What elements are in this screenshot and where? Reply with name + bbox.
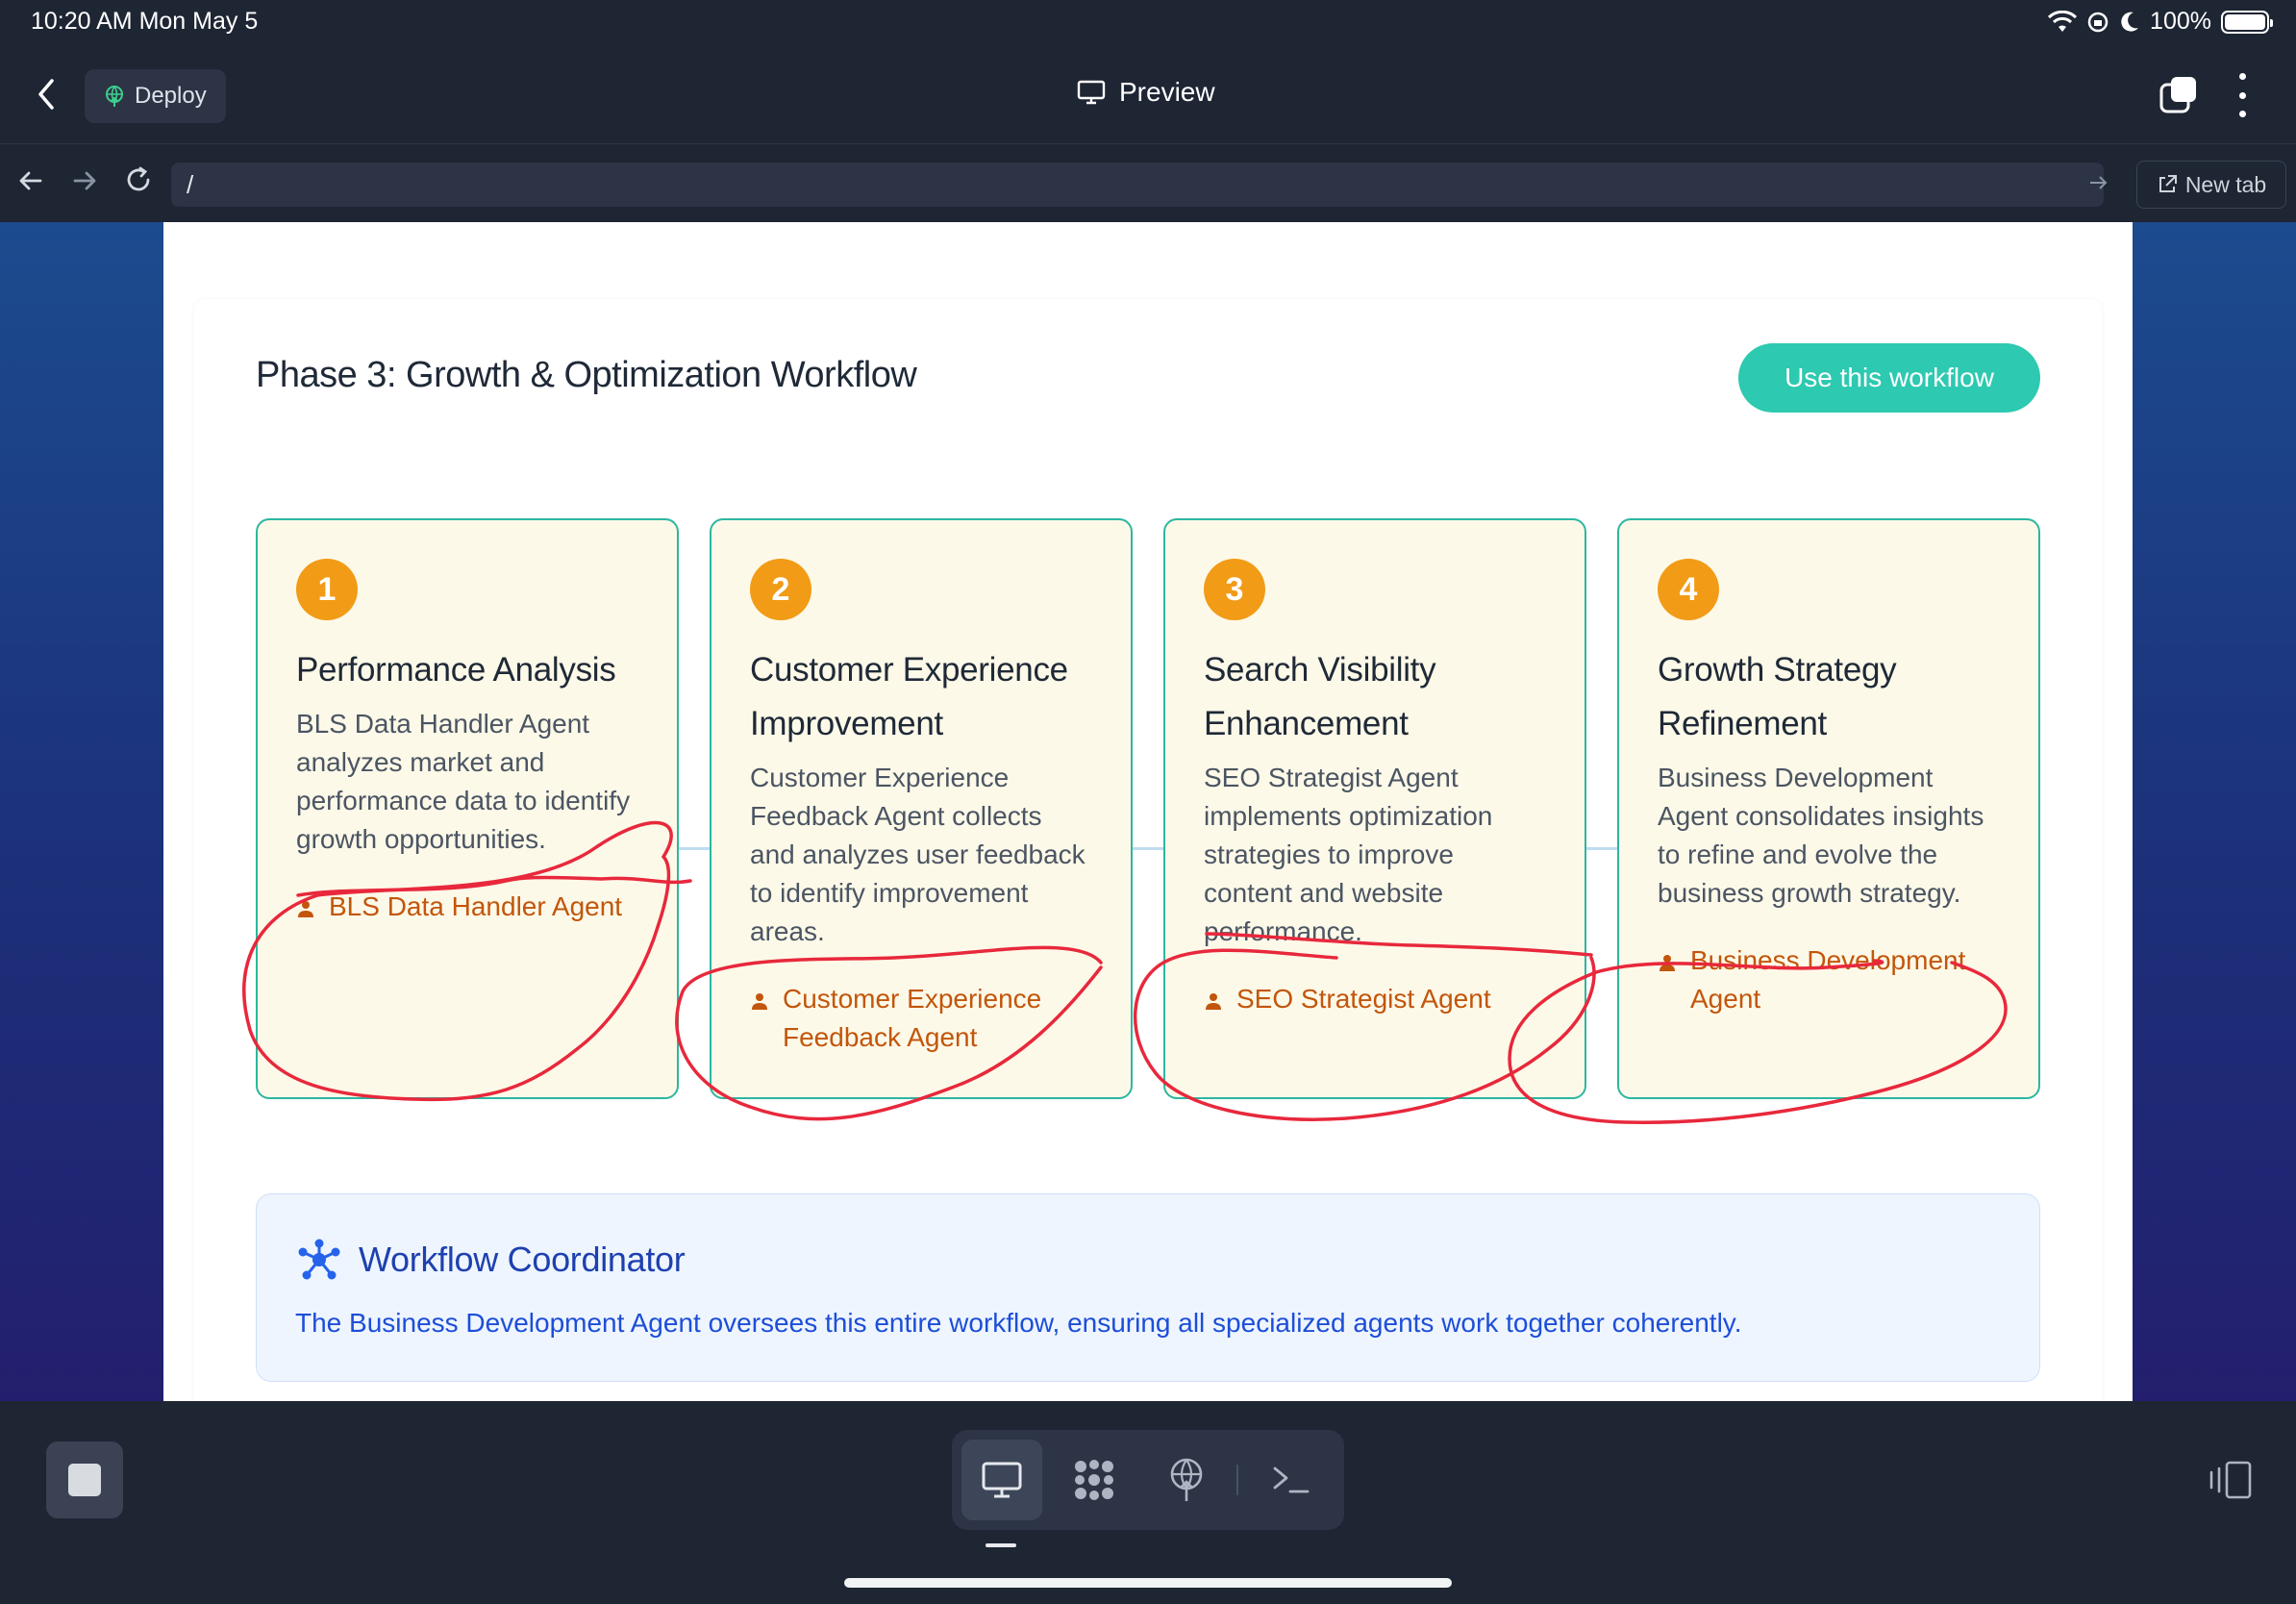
- person-icon: [1206, 993, 1221, 1010]
- preview-title: Preview: [1077, 77, 1215, 108]
- monitor-icon: [982, 1462, 1022, 1498]
- network-hub-icon: [298, 1239, 340, 1280]
- workflow-coordinator: Workflow Coordinator The Business Develo…: [256, 1193, 2040, 1382]
- globe-upload-icon: [106, 86, 123, 107]
- dock-preview-tab[interactable]: [961, 1440, 1042, 1520]
- orientation-lock-icon: [2087, 12, 2109, 32]
- step-connector: [1585, 847, 1619, 850]
- step-title: Performance Analysis: [296, 651, 616, 689]
- step-agent: Customer Experience Feedback Agent: [750, 980, 1092, 1057]
- arrow-right-icon[interactable]: [65, 164, 104, 203]
- step-agent: Business Development Agent: [1658, 941, 2000, 1018]
- use-workflow-button[interactable]: Use this workflow: [1738, 343, 2040, 413]
- top-toolbar: Deploy Preview: [0, 48, 2296, 144]
- preview-label: Preview: [1119, 77, 1215, 107]
- home-indicator: [844, 1578, 1452, 1588]
- wifi-icon: [2048, 10, 2078, 32]
- stop-square-icon: [68, 1464, 101, 1496]
- battery-percent: 100%: [2150, 8, 2211, 35]
- step-title: Customer Experience Improvement: [750, 651, 1068, 742]
- step-agent-name: Business Development Agent: [1690, 945, 1966, 1014]
- back-chevron-icon[interactable]: [35, 75, 73, 117]
- new-tab-label: New tab: [2184, 171, 2267, 197]
- dock-agents-tab[interactable]: [1054, 1440, 1135, 1520]
- step-card-2[interactable]: 2 Customer Experience Improvement Custom…: [710, 518, 1133, 1099]
- coordinator-header: Workflow Coordinator: [295, 1239, 686, 1281]
- address-bar-row: / New tab: [0, 145, 2296, 222]
- step-agent-name: BLS Data Handler Agent: [329, 891, 623, 921]
- stop-button[interactable]: [46, 1441, 123, 1518]
- step-description: Business Development Agent consolidates …: [1658, 763, 1984, 908]
- person-icon: [1660, 955, 1675, 971]
- step-agent: BLS Data Handler Agent: [296, 888, 638, 926]
- step-card-3[interactable]: 3 Search Visibility Enhancement SEO Stra…: [1163, 518, 1586, 1099]
- person-icon: [298, 901, 313, 917]
- monitor-icon: [1077, 80, 1106, 105]
- battery-icon: [2221, 10, 2273, 34]
- person-icon: [752, 993, 767, 1010]
- status-bar: 10:20 AM Mon May 5 100%: [0, 0, 2296, 48]
- step-description: BLS Data Handler Agent analyzes market a…: [296, 709, 631, 854]
- more-menu-icon[interactable]: [2236, 73, 2248, 117]
- workflow-steps: 1 Performance Analysis BLS Data Handler …: [256, 518, 2040, 1099]
- page-content: Phase 3: Growth & Optimization Workflow …: [163, 222, 2133, 1401]
- dock-deploy-tab[interactable]: [1146, 1440, 1227, 1520]
- step-description: Customer Experience Feedback Agent colle…: [750, 763, 1086, 946]
- step-title: Search Visibility Enhancement: [1204, 651, 1436, 742]
- step-connector: [677, 847, 711, 850]
- step-agent-name: Customer Experience Feedback Agent: [783, 984, 1042, 1052]
- step-agent: SEO Strategist Agent: [1204, 980, 1546, 1018]
- reload-icon[interactable]: [119, 164, 158, 203]
- active-tab-indicator: [986, 1543, 1016, 1547]
- moon-icon: [2121, 12, 2139, 32]
- grid-dots-icon: [1075, 1460, 1113, 1500]
- external-link-icon: [2159, 175, 2177, 192]
- globe-upload-icon: [1170, 1458, 1203, 1501]
- status-time: 10:20 AM Mon May 5: [31, 8, 259, 35]
- dock-terminal-tab[interactable]: [1250, 1440, 1331, 1520]
- url-input[interactable]: /: [171, 163, 2104, 207]
- coordinator-title: Workflow Coordinator: [359, 1240, 686, 1279]
- step-number-badge: 2: [750, 559, 811, 620]
- panel-toggle-icon[interactable]: [2206, 1459, 2254, 1501]
- go-arrow-icon[interactable]: [2088, 172, 2108, 199]
- terminal-icon: [1273, 1466, 1310, 1493]
- step-card-4[interactable]: 4 Growth Strategy Refinement Business De…: [1617, 518, 2040, 1099]
- step-number-badge: 4: [1658, 559, 1719, 620]
- step-agent-name: SEO Strategist Agent: [1236, 984, 1491, 1014]
- workflow-title: Phase 3: Growth & Optimization Workflow: [256, 355, 917, 395]
- dock-separator: [1236, 1465, 1238, 1495]
- arrow-left-icon[interactable]: [12, 164, 50, 203]
- dock-tab-group: [952, 1430, 1344, 1530]
- step-card-1[interactable]: 1 Performance Analysis BLS Data Handler …: [256, 518, 679, 1099]
- deploy-label: Deploy: [135, 83, 207, 109]
- status-indicators: 100%: [2048, 8, 2273, 36]
- tabs-icon[interactable]: [2158, 75, 2200, 117]
- step-description: SEO Strategist Agent implements optimiza…: [1204, 763, 1493, 946]
- bottom-dock: [0, 1401, 2296, 1604]
- step-number-badge: 3: [1204, 559, 1265, 620]
- step-title: Growth Strategy Refinement: [1658, 651, 1897, 742]
- step-connector: [1131, 847, 1165, 850]
- web-viewport: Phase 3: Growth & Optimization Workflow …: [0, 222, 2296, 1401]
- coordinator-description: The Business Development Agent oversees …: [295, 1308, 1742, 1338]
- step-number-badge: 1: [296, 559, 358, 620]
- new-tab-button[interactable]: New tab: [2136, 161, 2286, 209]
- deploy-button[interactable]: Deploy: [85, 69, 226, 123]
